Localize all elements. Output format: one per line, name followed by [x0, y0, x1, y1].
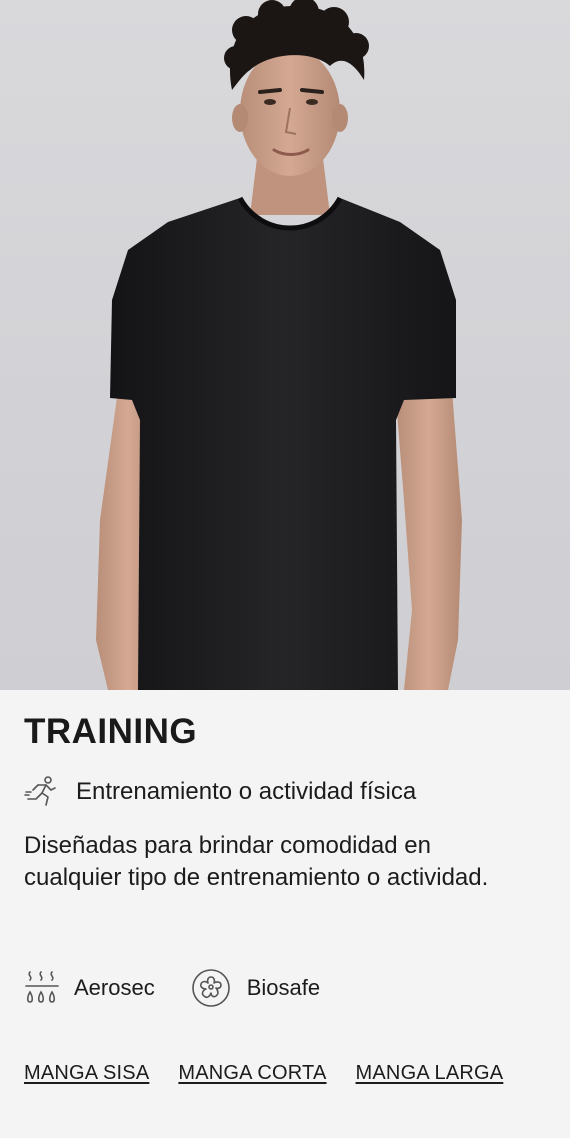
category-title: TRAINING — [24, 712, 198, 751]
link-manga-sisa[interactable]: MANGA SISA — [24, 1062, 149, 1085]
feature-aerosec: Aerosec — [24, 968, 155, 1008]
link-manga-larga[interactable]: MANGA LARGA — [356, 1062, 504, 1085]
model-photo — [96, 0, 462, 690]
link-manga-corta[interactable]: MANGA CORTA — [178, 1062, 326, 1085]
feature-label: Aerosec — [74, 975, 155, 1000]
sleeve-type-links: MANGA SISA MANGA CORTA MANGA LARGA — [24, 1062, 532, 1085]
activity-label: Entrenamiento o actividad física — [76, 778, 417, 805]
feature-biosafe: Biosafe — [191, 968, 320, 1008]
feature-list: Aerosec Biosafe — [24, 967, 356, 1009]
category-description: Diseñadas para brindar comodidad en cual… — [24, 832, 489, 891]
feature-label: Biosafe — [246, 975, 321, 1000]
product-category-panel: TRAINING Entrenamiento o actividad físic… — [0, 690, 570, 1138]
antibacterial-icon — [191, 969, 230, 1007]
running-person-icon — [24, 776, 56, 806]
activity-row: Entrenamiento o actividad física — [24, 774, 416, 810]
product-hero-image[interactable] — [0, 0, 570, 690]
moisture-wicking-icon — [25, 971, 59, 1003]
